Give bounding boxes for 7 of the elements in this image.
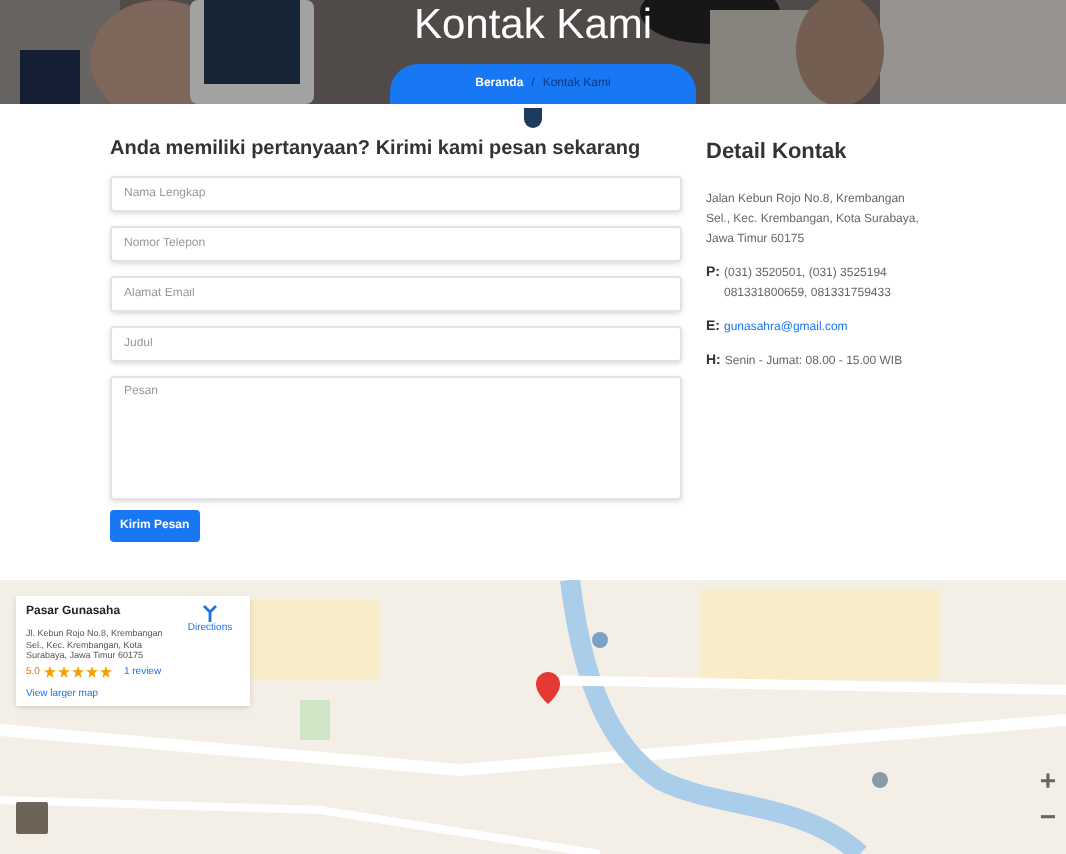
directions-icon (202, 604, 218, 622)
page-title: Kontak Kami (411, 2, 655, 50)
form-heading: Anda memiliki pertanyaan? Kirimi kami pesan sekarang (110, 136, 641, 162)
contact-heading: Detail Kontak (706, 138, 849, 168)
zoom-out-button[interactable]: − (1034, 802, 1062, 830)
zoom-in-button[interactable]: + (1034, 766, 1062, 794)
satellite-thumbnail[interactable] (16, 802, 48, 834)
